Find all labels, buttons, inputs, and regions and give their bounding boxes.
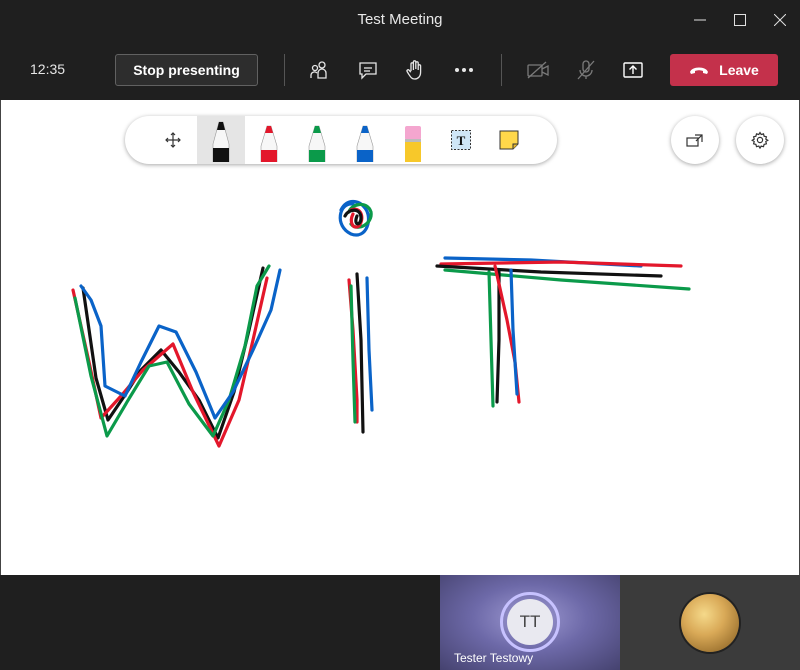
hang-up-icon xyxy=(690,67,709,74)
ink-stroke-t-stem-green xyxy=(487,270,495,408)
mic-off-icon xyxy=(577,60,595,80)
avatar: TT xyxy=(500,592,560,652)
divider xyxy=(284,54,285,86)
raise-hand-icon xyxy=(406,60,422,80)
maximize-button[interactable] xyxy=(720,0,760,40)
sticky-note-tool[interactable] xyxy=(485,116,533,164)
chat-icon xyxy=(359,62,377,80)
title-bar: Test Meeting xyxy=(0,0,800,40)
participant-name: Tester Testowy xyxy=(454,651,534,665)
pen-red-icon xyxy=(260,125,278,162)
avatar-initials: TT xyxy=(507,599,553,645)
highlighter-tool[interactable] xyxy=(389,116,437,164)
text-box-tool[interactable]: T xyxy=(437,116,485,164)
ink-stroke-t-bar-red xyxy=(439,260,683,268)
ink-stroke-i-blue xyxy=(365,276,374,412)
participant-tile[interactable] xyxy=(620,575,800,670)
moon-avatar xyxy=(681,594,739,652)
settings-icon xyxy=(751,131,769,149)
ink-stroke-w-black xyxy=(81,266,265,440)
ink-stroke-t-stem-black xyxy=(495,270,501,404)
pen-green-tool[interactable] xyxy=(293,116,341,164)
participant-strip: TT Tester Testowy xyxy=(0,575,800,670)
text-box-icon: T xyxy=(451,130,471,150)
pen-green-icon xyxy=(308,125,326,162)
pen-black-icon xyxy=(212,121,230,162)
open-external-button[interactable] xyxy=(671,116,719,164)
close-button[interactable] xyxy=(760,0,800,40)
camera-toggle-button[interactable] xyxy=(524,56,552,84)
camera-off-icon xyxy=(527,61,549,79)
pen-blue-tool[interactable] xyxy=(341,116,389,164)
close-icon xyxy=(774,14,786,26)
people-icon xyxy=(310,61,327,79)
sticky-note-icon xyxy=(499,130,519,150)
ink-stroke-t-stem-blue xyxy=(509,268,519,396)
open-external-icon xyxy=(686,134,703,147)
minimize-icon xyxy=(694,19,706,21)
stop-presenting-button[interactable]: Stop presenting xyxy=(115,54,258,86)
participants-button[interactable] xyxy=(305,56,333,84)
participant-tile[interactable]: TT Tester Testowy xyxy=(440,575,620,670)
whiteboard-ink xyxy=(71,199,691,448)
ink-stroke-w-blue xyxy=(79,268,282,420)
move-tool[interactable] xyxy=(149,116,197,164)
move-icon xyxy=(165,132,181,148)
more-options-button[interactable] xyxy=(450,56,478,84)
meeting-timer: 12:35 xyxy=(30,61,66,77)
chat-button[interactable] xyxy=(354,56,382,84)
more-icon xyxy=(455,68,473,72)
whiteboard-settings-button[interactable] xyxy=(736,116,784,164)
raise-hand-button[interactable] xyxy=(401,56,429,84)
minimize-button[interactable] xyxy=(680,0,720,40)
meeting-controls-bar: 12:35 Stop presenting Leave xyxy=(0,40,800,100)
leave-label: Leave xyxy=(719,62,759,78)
svg-text:T: T xyxy=(457,133,466,148)
maximize-icon xyxy=(734,14,746,26)
pen-black-tool[interactable] xyxy=(197,116,245,164)
mic-toggle-button[interactable] xyxy=(572,56,600,84)
share-tray-button[interactable] xyxy=(619,56,647,84)
leave-button[interactable]: Leave xyxy=(670,54,778,86)
ink-stroke-i-green xyxy=(349,284,357,424)
ink-toolbar: T xyxy=(125,116,557,164)
pen-blue-icon xyxy=(356,125,374,162)
pen-red-tool[interactable] xyxy=(245,116,293,164)
divider xyxy=(501,54,502,86)
whiteboard-canvas[interactable]: T xyxy=(0,100,800,575)
share-tray-icon xyxy=(623,62,643,78)
highlighter-icon xyxy=(405,126,421,162)
